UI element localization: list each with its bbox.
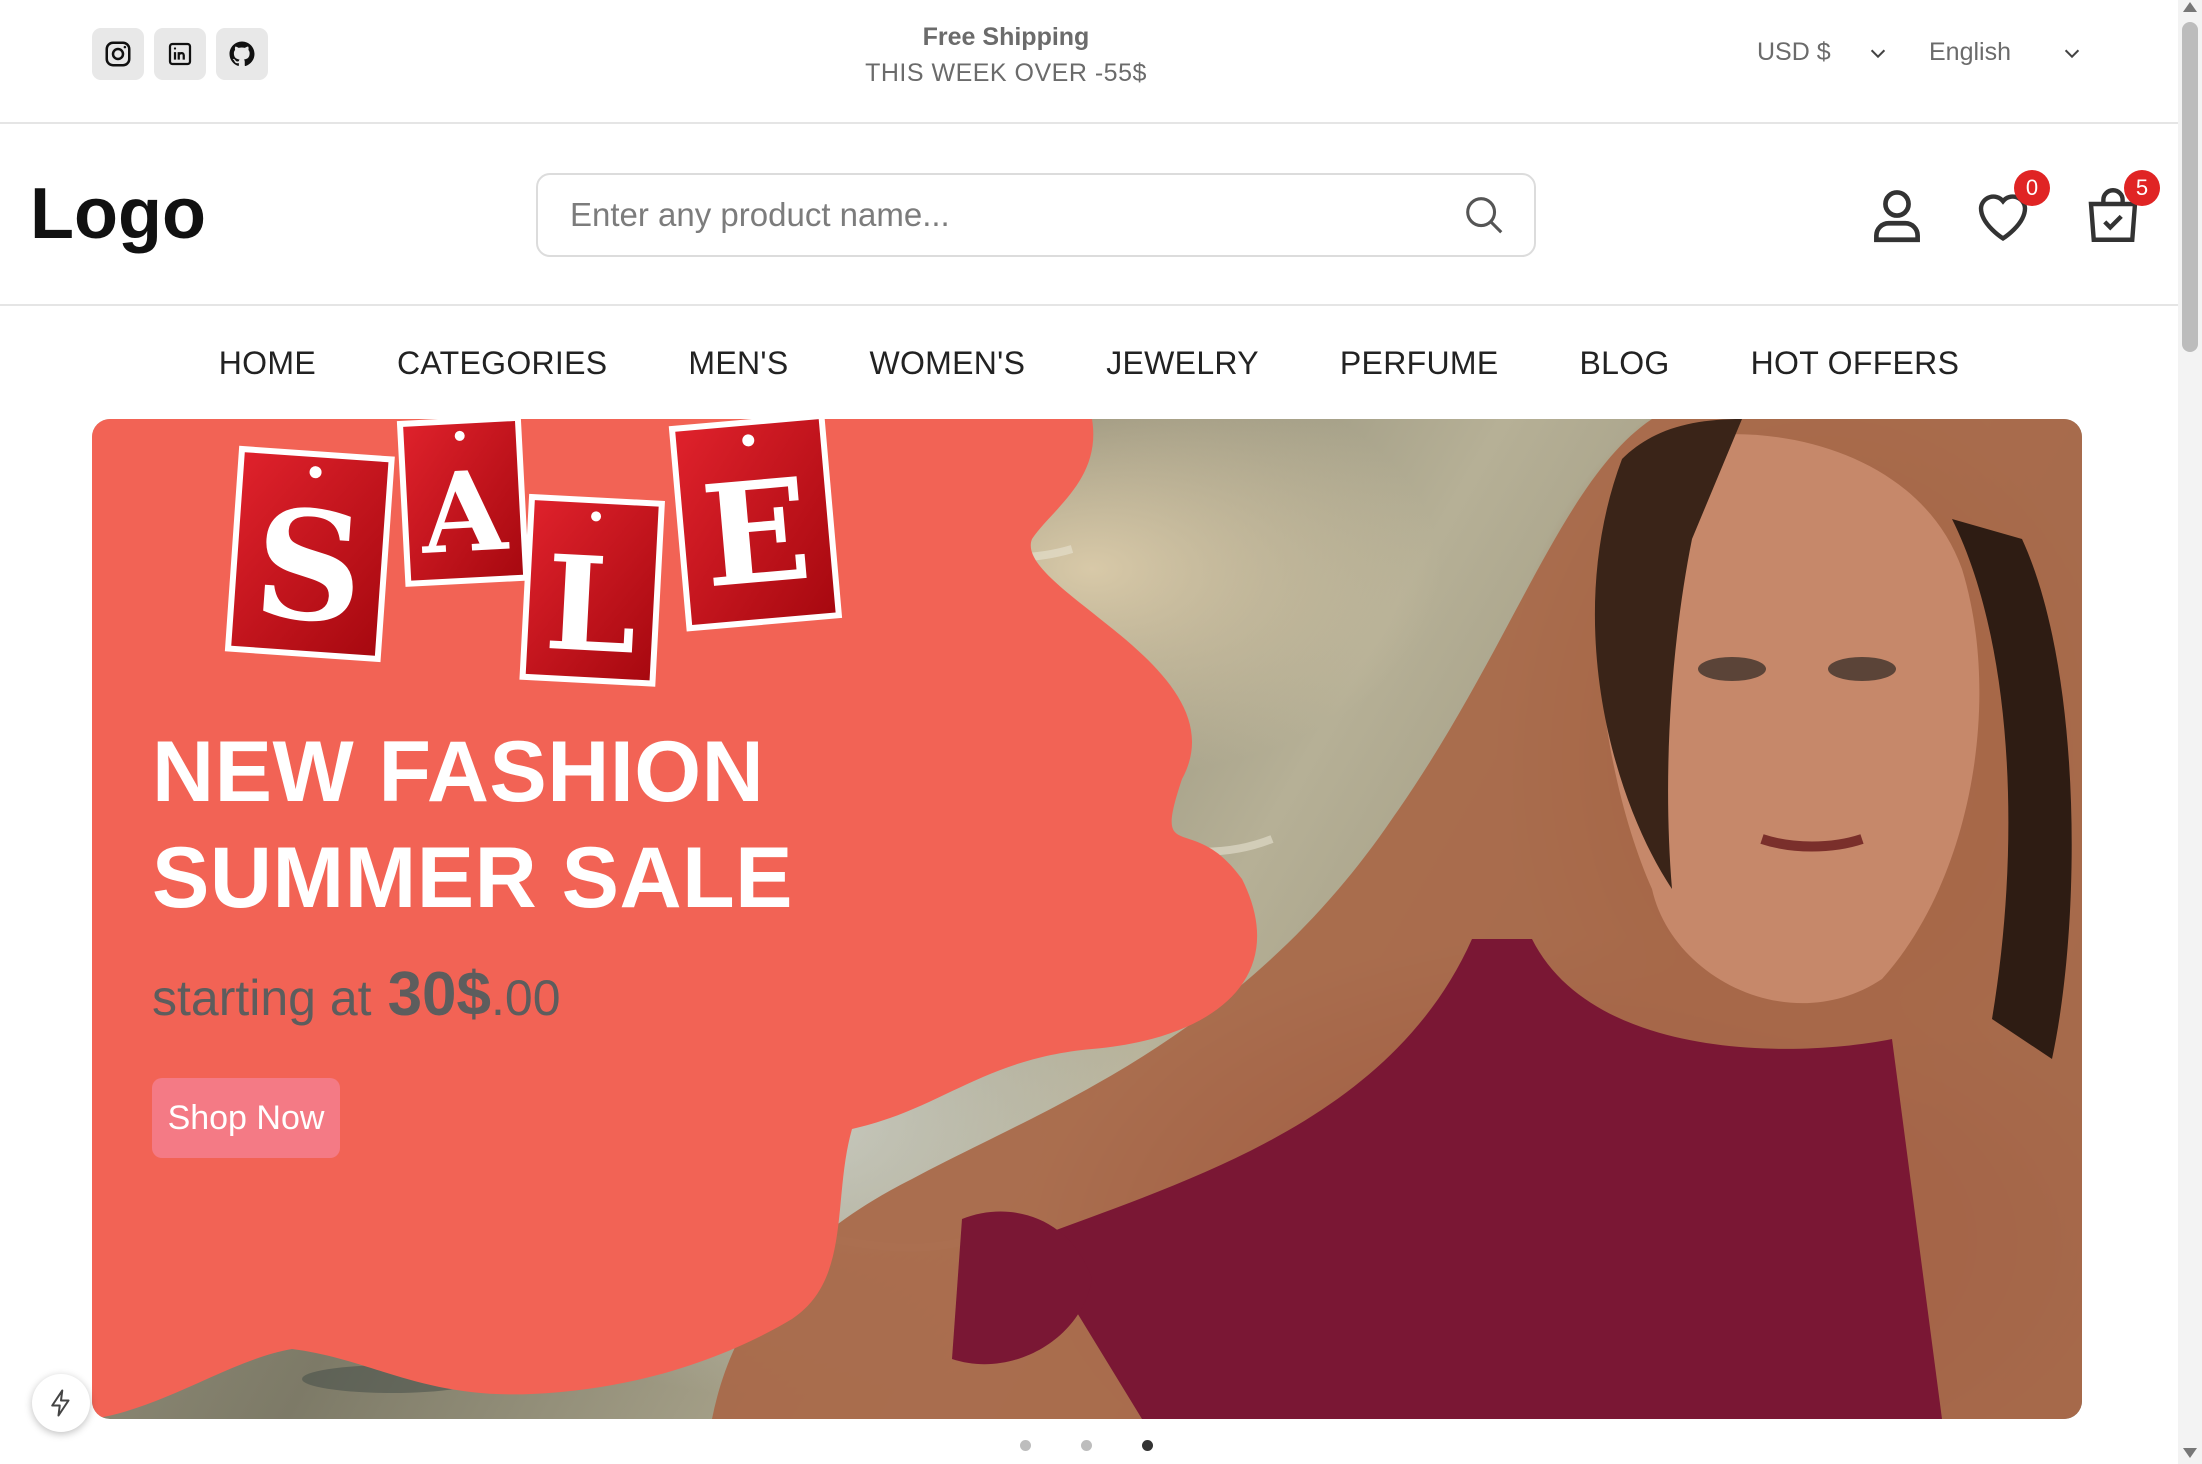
chevron-down-icon: [1870, 49, 1885, 58]
carousel-dots: [1020, 1440, 1153, 1451]
nav-hot-offers[interactable]: HOT OFFERS: [1751, 336, 1960, 390]
top-bar: Free Shipping THIS WEEK OVER -55$ USD $ …: [0, 0, 2178, 124]
user-icon: [1874, 190, 1920, 243]
sale-letter-s: S: [249, 475, 369, 658]
sale-letter-l: L: [542, 526, 641, 684]
scroll-down-arrow[interactable]: [2183, 1448, 2197, 1458]
nav-jewelry[interactable]: JEWELRY: [1106, 336, 1259, 390]
cart-button[interactable]: 5: [2080, 170, 2160, 248]
carousel-dot[interactable]: [1020, 1440, 1031, 1451]
main-header: Logo 0 5: [0, 124, 2178, 306]
hero-price: starting at 30$ .00: [152, 959, 561, 1030]
shipping-promo: Free Shipping THIS WEEK OVER -55$: [800, 20, 1212, 92]
promo-subtitle: THIS WEEK OVER -55$: [865, 59, 1147, 87]
sale-letter-a: A: [417, 446, 512, 579]
instagram-link[interactable]: [92, 28, 144, 80]
social-links: [92, 28, 268, 80]
github-icon: [229, 41, 255, 67]
search-button[interactable]: [1444, 175, 1524, 255]
nav-perfume[interactable]: PERFUME: [1340, 336, 1499, 390]
instagram-icon: [105, 41, 131, 67]
wishlist-button[interactable]: 0: [1970, 170, 2050, 248]
cart-count-badge: 5: [2124, 170, 2160, 206]
shop-now-button[interactable]: Shop Now: [152, 1078, 340, 1158]
language-select[interactable]: English: [1929, 38, 2083, 67]
scrollbar-thumb[interactable]: [2182, 22, 2198, 352]
hero-title: NEW FASHION SUMMER SALE: [152, 719, 793, 931]
sale-letter-e: E: [696, 448, 817, 621]
nav-womens[interactable]: WOMEN'S: [869, 336, 1025, 390]
lightning-icon: [51, 1389, 70, 1417]
promo-title: Free Shipping: [922, 23, 1090, 51]
main-nav: HOME CATEGORIES MEN'S WOMEN'S JEWELRY PE…: [0, 336, 2178, 390]
nav-blog[interactable]: BLOG: [1579, 336, 1669, 390]
carousel-dot[interactable]: [1081, 1440, 1092, 1451]
price-prefix: starting at: [152, 970, 372, 1026]
hero-title-line-2: SUMMER SALE: [152, 830, 793, 926]
linkedin-icon: [168, 42, 192, 66]
hero-title-line-1: NEW FASHION: [152, 724, 765, 820]
site-logo[interactable]: Logo: [30, 174, 206, 254]
search-input[interactable]: [538, 175, 1444, 255]
nav-mens[interactable]: MEN'S: [688, 336, 788, 390]
carousel-dot-active[interactable]: [1142, 1440, 1153, 1451]
price-amount: 30$: [387, 960, 492, 1029]
wishlist-count-badge: 0: [2014, 170, 2050, 206]
search-icon: [1466, 197, 1503, 234]
github-link[interactable]: [216, 28, 268, 80]
linkedin-link[interactable]: [154, 28, 206, 80]
currency-select[interactable]: USD $: [1757, 38, 1889, 67]
chevron-down-icon: [2064, 49, 2080, 58]
nav-home[interactable]: HOME: [219, 336, 316, 390]
language-value: English: [1929, 38, 2011, 66]
sale-tags-graphic: S A L E: [224, 419, 843, 687]
search-bar: [536, 173, 1536, 257]
account-button[interactable]: [1864, 182, 1930, 248]
nav-categories[interactable]: CATEGORIES: [397, 336, 607, 390]
hero-banner: S A L E NEW FASHION SUMMER SALE starting…: [92, 419, 2082, 1419]
currency-value: USD $: [1757, 38, 1831, 66]
scroll-up-arrow[interactable]: [2183, 2, 2197, 12]
quick-action-button[interactable]: [32, 1374, 90, 1432]
price-cents: .00: [491, 970, 561, 1026]
